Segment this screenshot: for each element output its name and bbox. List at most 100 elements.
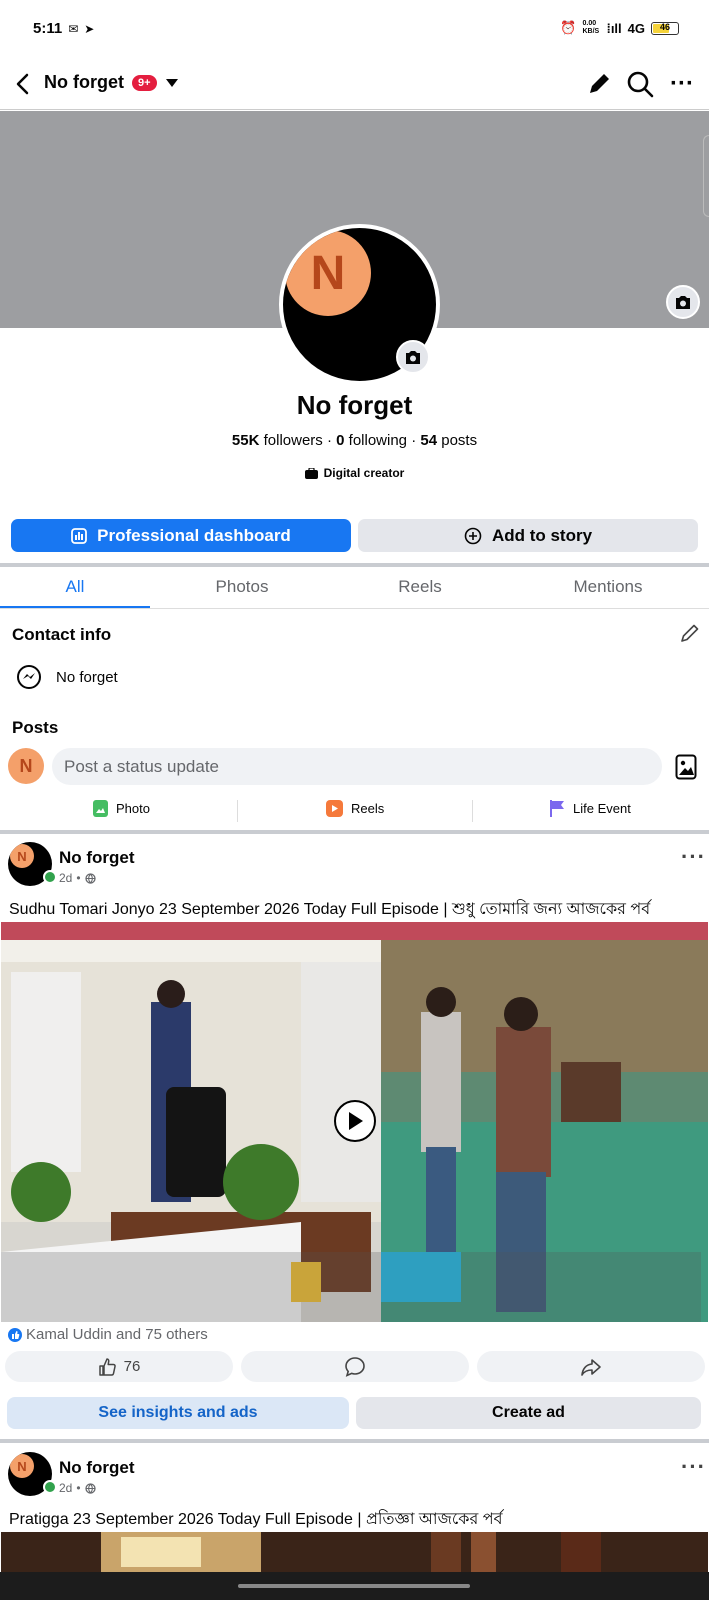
section-divider [0,830,709,834]
tab-reels[interactable]: Reels [345,577,495,597]
post-meta: 2d • [59,1481,96,1495]
contact-info-heading: Contact info [12,625,112,644]
reels-action-label: Reels [351,801,385,816]
active-tab-indicator [0,606,150,608]
home-gesture-handle[interactable] [238,1584,470,1588]
online-indicator [43,870,57,884]
contact-messenger-row[interactable]: No forget [16,664,118,690]
post-author-name[interactable]: No forget [59,1458,135,1478]
briefcase-icon [304,467,318,479]
photo-action[interactable]: Photo [93,800,150,817]
post-text: Pratigga 23 September 2026 Today Full Ep… [9,1511,503,1528]
life-event-label: Life Event [573,801,631,816]
status-bar: 5:11 ✉ ➤ ⏰ 0.00 KB/S ⁞ıll 4G 46 [0,0,709,56]
video-scene-image [1,1532,708,1572]
posts-label: posts [441,432,478,449]
plus-circle-icon [464,527,482,545]
status-time: 5:11 [33,20,63,37]
edit-cover-camera-icon[interactable] [666,285,700,319]
profile-initial: N [285,230,371,316]
create-ad-button[interactable]: Create ad [356,1397,701,1429]
search-icon[interactable] [626,70,654,98]
post-video-thumbnail[interactable] [1,1532,708,1572]
profile-name: No forget [296,390,413,420]
post-time: 2d [59,1481,73,1495]
signal-icon: ⁞ıll [606,20,622,36]
professional-dashboard-button[interactable]: Professional dashboard [11,519,351,552]
category-label: Digital creator [323,466,405,480]
messenger-name: No forget [56,668,118,686]
life-event-action[interactable]: Life Event [550,800,631,817]
notification-badge: 9+ [132,74,157,91]
add-to-story-button[interactable]: Add to story [358,519,698,552]
add-story-label: Add to story [491,525,593,545]
composer-actions: Photo Reels Life Event [0,796,709,826]
followers-label[interactable]: followers [264,432,323,449]
alarm-icon: ⏰ [560,20,577,35]
following-count: 0 [336,432,345,449]
tab-mentions[interactable]: Mentions [533,577,683,597]
dashboard-icon [71,527,88,544]
telegram-icon: ➤ [84,21,95,36]
edit-contact-pencil-icon[interactable] [679,622,701,644]
edit-profile-camera-icon[interactable] [396,340,430,374]
header-title: No forget [44,72,124,92]
dashboard-label: Professional dashboard [97,525,291,545]
play-icon[interactable] [334,1100,376,1142]
post-time: 2d [59,871,73,885]
back-icon[interactable] [12,72,34,96]
profile-switcher[interactable]: No forget 9+ [44,72,179,93]
profile-tabs: All Photos Reels Mentions [0,567,709,609]
following-label[interactable]: following [349,432,407,449]
post-more-icon[interactable]: ··· [681,1454,706,1480]
section-divider [0,1439,709,1443]
tab-photos[interactable]: Photos [167,577,317,597]
post-more-icon[interactable]: ··· [681,844,706,870]
tab-all[interactable]: All [0,577,150,597]
comment-button[interactable] [241,1351,469,1382]
caret-down-icon [165,78,179,88]
globe-icon [84,872,96,884]
system-navigation-bar [0,1572,709,1600]
flag-icon [550,800,565,817]
post-text: Sudhu Tomari Jonyo 23 September 2026 Tod… [9,901,651,918]
share-button[interactable] [477,1351,705,1382]
thumbs-up-icon [98,1357,118,1377]
messenger-icon [16,664,42,690]
composer-avatar: N [8,748,44,784]
comment-icon [344,1356,366,1378]
network-speed: 0.00 KB/S [582,20,600,35]
reactions-summary[interactable]: Kamal Uddin and 75 others [8,1326,208,1343]
post-meta: 2d • [59,871,96,885]
like-reaction-icon [8,1327,22,1342]
photo-icon [93,800,108,817]
battery-icon: 46 [651,21,679,35]
posts-heading: Posts [12,718,59,737]
post-avatar-initial: N [10,844,34,868]
network-type: 4G [627,20,645,36]
scroll-indicator [703,135,709,217]
more-options-icon[interactable]: ··· [670,70,694,98]
profile-stats: 55K followers · 0 following · 54 posts [231,432,478,449]
status-update-input[interactable]: Post a status update [52,748,662,785]
add-photo-icon[interactable] [675,754,697,780]
reels-icon [326,800,343,817]
post-avatar-initial: N [10,1454,34,1478]
photo-action-label: Photo [116,801,150,816]
gmail-icon: ✉ [68,21,79,36]
posts-count: 54 [420,432,438,449]
top-header: No forget 9+ ··· [0,58,709,110]
like-count: 76 [123,1358,141,1375]
online-indicator [43,1480,57,1494]
see-insights-button[interactable]: See insights and ads [7,1397,349,1429]
profile-category: Digital creator [0,466,709,480]
like-button[interactable]: 76 [5,1351,233,1382]
share-icon [580,1356,602,1378]
reactions-text: Kamal Uddin and 75 others [26,1326,208,1343]
reels-action[interactable]: Reels [326,800,384,817]
followers-count: 55K [231,432,260,449]
post-author-name[interactable]: No forget [59,848,135,868]
globe-icon [84,1482,96,1494]
battery-level: 46 [659,21,670,32]
edit-icon[interactable] [586,71,612,97]
